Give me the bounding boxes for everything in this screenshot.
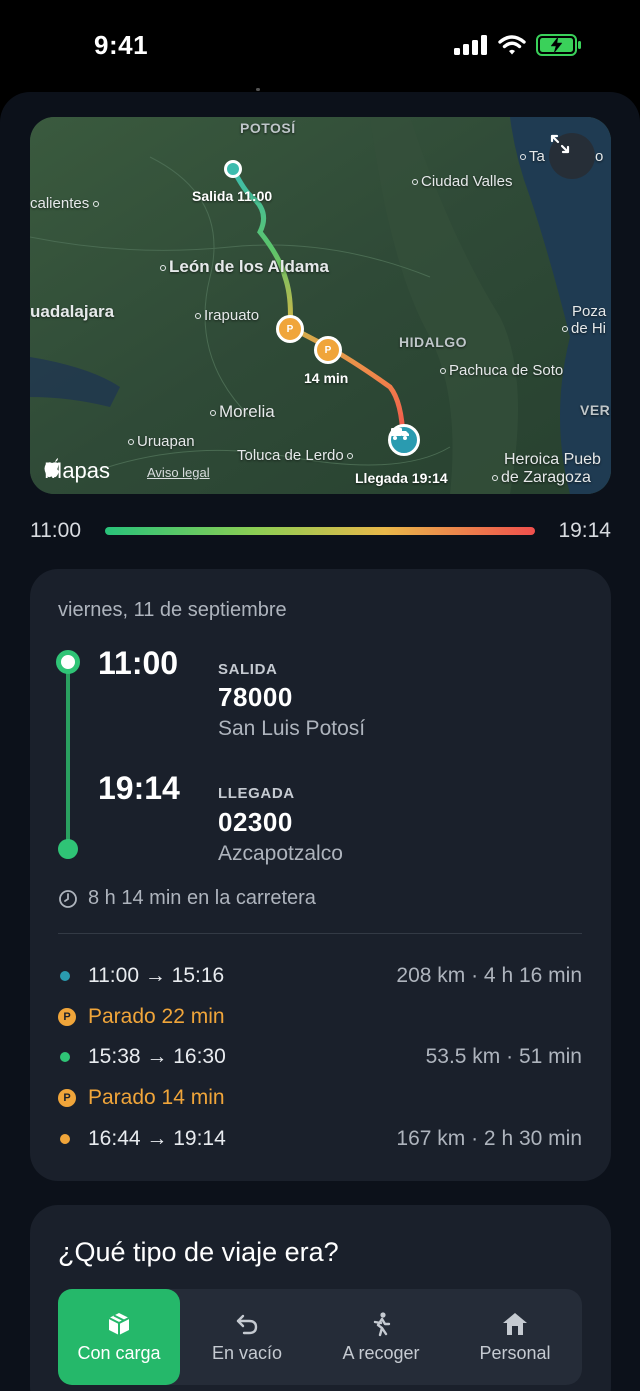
- trip-type-a-recoger[interactable]: A recoger: [314, 1289, 448, 1385]
- leg-time: 15:38 → 16:30: [88, 1045, 226, 1068]
- arrival-postal-code: 02300: [218, 807, 293, 837]
- trip-type-con-carga[interactable]: Con carga: [58, 1289, 180, 1385]
- trip-type-personal[interactable]: Personal: [448, 1289, 582, 1385]
- map-label-guadalajara: uadalajara: [30, 302, 115, 321]
- arrival-place: Azcapotzalco: [218, 842, 343, 865]
- departure-label: SALIDA: [218, 661, 278, 678]
- trip-type-en-vacio[interactable]: En vacío: [180, 1289, 314, 1385]
- map-stop-marker[interactable]: P: [314, 336, 342, 364]
- leg-color-dot: [60, 971, 70, 981]
- arrival-label: LLEGADA: [218, 785, 295, 802]
- map-label-ciudad-valles: Ciudad Valles: [412, 173, 512, 190]
- trip-date: viernes, 11 de septiembre: [58, 599, 287, 621]
- walking-person-icon: [373, 1311, 391, 1336]
- map-label-irapuato: Irapuato: [195, 307, 259, 324]
- route-start-dot: [56, 650, 80, 674]
- option-label: En vacío: [211, 1342, 283, 1363]
- return-arrow-icon: [236, 1314, 258, 1334]
- map-label-puebla-2: de Zaragoza: [492, 469, 591, 487]
- route-map[interactable]: POTOSÍ calientes Ciudad Valles Ta o Sali…: [30, 117, 611, 494]
- map-label-hidalgo: HIDALGO: [399, 334, 468, 350]
- departure-place: San Luis Potosí: [218, 717, 366, 740]
- departure-time: 11:00: [98, 645, 179, 681]
- map-label-salida: Salida 11:00: [192, 188, 273, 204]
- legal-link[interactable]: Aviso legal: [147, 465, 210, 480]
- map-label-toluca: Toluca de Lerdo: [237, 447, 356, 464]
- battery-charging-icon: [536, 34, 581, 56]
- map-label-morelia: Morelia: [210, 402, 275, 422]
- wifi-icon: [498, 35, 526, 55]
- expand-map-button[interactable]: [549, 133, 595, 179]
- status-time: 9:41: [94, 30, 149, 60]
- stop-duration: Parado 22 min: [88, 1005, 225, 1028]
- leg-row[interactable]: 16:44 → 19:14 167 km · 2 h 30 min: [58, 1124, 582, 1154]
- map-label-llegada: Llegada 19:14: [355, 470, 448, 486]
- stop-row[interactable]: P Parado 14 min: [58, 1083, 582, 1113]
- divider: [58, 933, 582, 934]
- leg-distance-duration: 53.5 km · 51 min: [425, 1045, 582, 1068]
- map-label-leon: León de los Aldama: [160, 257, 329, 277]
- expand-icon: [550, 134, 570, 154]
- truck-icon: [391, 428, 409, 440]
- leg-time: 16:44 → 19:14: [88, 1127, 226, 1150]
- trip-timeline: 11:00 19:14: [30, 515, 611, 549]
- map-label-poza-rica-2: de Hi: [562, 320, 606, 337]
- map-label-poza-rica: Poza: [572, 303, 607, 320]
- timeline-start-time: 11:00: [30, 519, 81, 542]
- map-label-tampico: Ta: [520, 148, 545, 165]
- apple-logo-icon: [44, 458, 59, 478]
- leg-row[interactable]: 11:00 → 15:16 208 km · 4 h 16 min: [58, 961, 582, 991]
- leg-color-dot: [60, 1052, 70, 1062]
- option-label: A recoger: [342, 1342, 420, 1363]
- stop-duration: Parado 14 min: [88, 1086, 225, 1109]
- route-line: [66, 661, 70, 849]
- parking-icon: P: [58, 1008, 76, 1026]
- stop-row[interactable]: P Parado 22 min: [58, 1002, 582, 1032]
- option-label: Personal: [479, 1342, 551, 1363]
- departure-postal-code: 78000: [218, 682, 293, 712]
- map-label-puebla: Heroica Pueb: [504, 451, 601, 468]
- leg-distance-duration: 167 km · 2 h 30 min: [396, 1127, 582, 1150]
- map-terrain: [30, 117, 611, 494]
- leg-distance-duration: 208 km · 4 h 16 min: [396, 964, 582, 987]
- trip-type-question: ¿Qué tipo de viaje era?: [58, 1237, 339, 1267]
- trip-type-selector: Con carga En vacío A recoger Personal: [58, 1289, 582, 1385]
- truck-destination-marker[interactable]: [388, 424, 420, 456]
- apple-maps-logo: Mapas: [44, 458, 111, 483]
- map-label-uruapan: Uruapan: [128, 433, 195, 450]
- leg-row[interactable]: 15:38 → 16:30 53.5 km · 51 min: [58, 1042, 582, 1072]
- map-label-tampico-tail: o: [595, 148, 604, 165]
- route-end-dot: [58, 839, 78, 859]
- trip-duration: 8 h 14 min en la carretera: [58, 887, 316, 910]
- trip-details-card: viernes, 11 de septiembre 11:00 SALIDA 7…: [30, 569, 611, 1181]
- status-icons: [454, 34, 582, 56]
- timeline-end-time: 19:14: [558, 519, 611, 542]
- box-icon: [108, 1312, 130, 1335]
- option-label: Con carga: [77, 1342, 161, 1363]
- trip-type-card: ¿Qué tipo de viaje era? Con carga En vac…: [30, 1205, 611, 1391]
- map-label-potosi: POTOSÍ: [240, 120, 296, 136]
- arrival-time: 19:14: [98, 770, 180, 806]
- leg-color-dot: [60, 1134, 70, 1144]
- map-label-pachuca: Pachuca de Soto: [440, 362, 563, 379]
- timeline-bar[interactable]: [105, 527, 535, 535]
- leg-time: 11:00 → 15:16: [88, 964, 225, 987]
- signal-icon: [454, 35, 487, 55]
- sheet-grabber[interactable]: [256, 88, 260, 91]
- map-label-veracruz: VER: [580, 402, 611, 418]
- map-label-aguascalientes: calientes: [30, 195, 102, 212]
- map-stop-marker[interactable]: P: [276, 315, 304, 343]
- status-bar: 9:41: [0, 0, 640, 92]
- map-label-stop-duration: 14 min: [304, 370, 349, 386]
- parking-icon: P: [58, 1089, 76, 1107]
- home-icon: [503, 1312, 527, 1335]
- clock-icon: [59, 889, 77, 908]
